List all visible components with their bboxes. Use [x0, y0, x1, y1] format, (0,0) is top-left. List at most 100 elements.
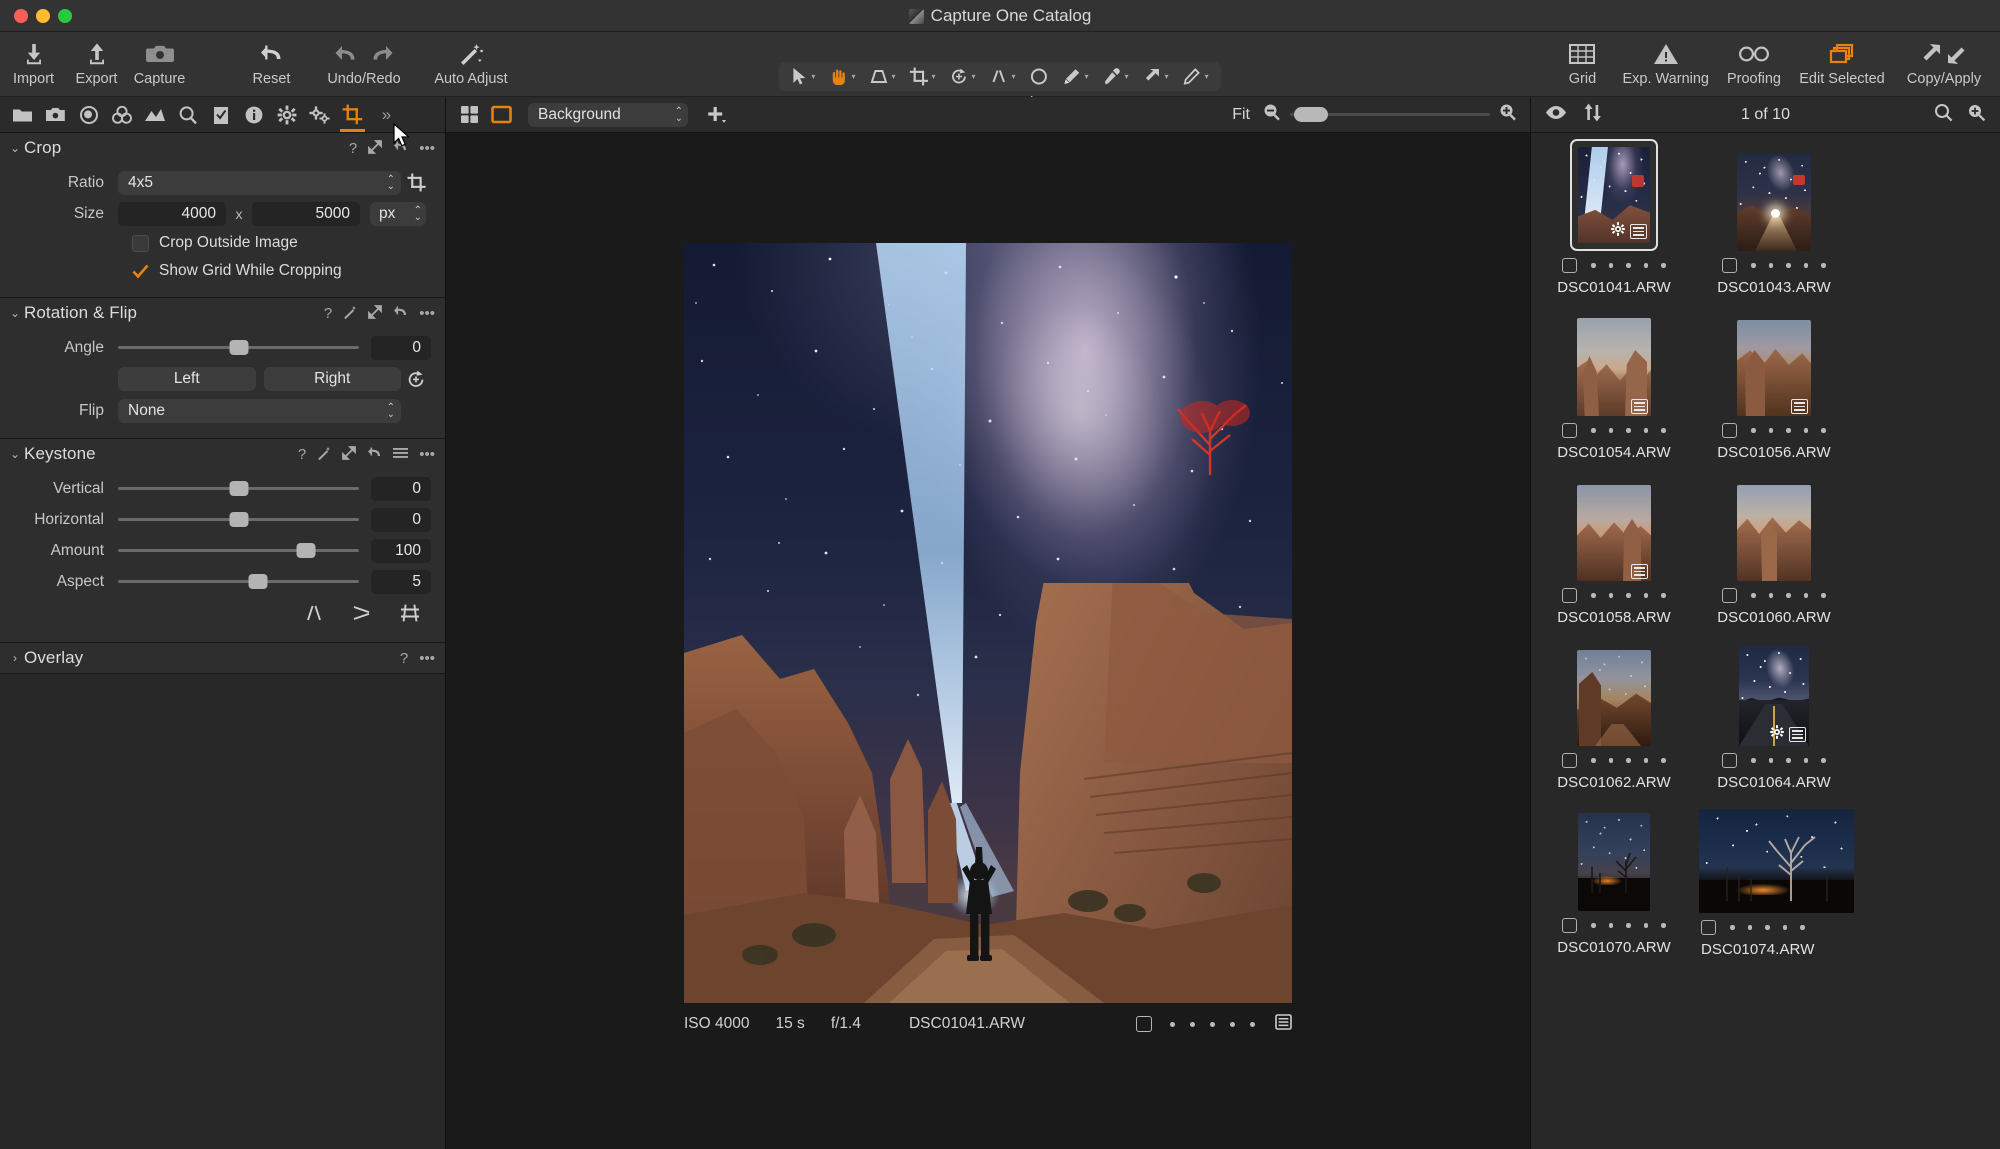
- show-grid-row[interactable]: Show Grid While Cropping: [0, 257, 431, 285]
- thumbnail-checkbox[interactable]: [1722, 423, 1738, 438]
- rotate-reset-button[interactable]: [401, 369, 431, 389]
- tool-tab-capture[interactable]: [39, 97, 72, 132]
- thumbnail-checkbox[interactable]: [1722, 258, 1738, 273]
- slider-track[interactable]: [118, 574, 359, 589]
- image-adjustments-badge[interactable]: [1275, 1013, 1292, 1035]
- thumbnail-zoom-button[interactable]: [1967, 103, 1986, 127]
- crop-outside-row[interactable]: Crop Outside Image: [0, 229, 431, 257]
- thumbnail-checkbox[interactable]: [1701, 920, 1716, 935]
- thumbnail-image[interactable]: [1578, 147, 1650, 243]
- flip-select[interactable]: None ⌃ ⌄: [118, 398, 401, 423]
- thumbnail-rating-dots[interactable]: [1751, 428, 1826, 433]
- rotate-left-button[interactable]: Left: [118, 367, 256, 391]
- keystone-horizontal-input[interactable]: 0: [371, 507, 431, 532]
- thumbnail-image[interactable]: [1578, 813, 1650, 911]
- zoom-slider[interactable]: [1290, 107, 1490, 122]
- thumbnail-cell[interactable]: DSC01060.ARW: [1699, 477, 1849, 626]
- zoom-in-button[interactable]: [1498, 102, 1518, 127]
- angle-slider[interactable]: [118, 336, 371, 360]
- slider-track[interactable]: [118, 543, 359, 558]
- overlay-header[interactable]: › Overlay ? •••: [0, 643, 445, 673]
- tool-tab-crop[interactable]: [336, 97, 369, 132]
- thumbnail-image[interactable]: [1739, 646, 1809, 746]
- stepper-icon[interactable]: ⌃ ⌄: [414, 205, 422, 222]
- thumbnail-rating-dots[interactable]: [1751, 758, 1826, 763]
- reset-arrow-icon[interactable]: [393, 140, 408, 157]
- copy-apply-button[interactable]: Copy/Apply: [1894, 32, 1994, 95]
- thumbnail-image[interactable]: [1737, 153, 1811, 251]
- angle-slider-knob[interactable]: [229, 340, 248, 355]
- pen-annotation-tool[interactable]: ▾: [1176, 62, 1216, 91]
- grid-button[interactable]: Grid: [1551, 32, 1613, 95]
- add-viewer-button[interactable]: [706, 104, 728, 126]
- help-icon[interactable]: ?: [349, 141, 357, 156]
- tool-panels-scroll[interactable]: ⌄ Crop ? ••• Ratio 4x5 ⌃ ⌄ Size 4000 x 5…: [0, 133, 445, 1149]
- thumbnail-image[interactable]: [1699, 809, 1854, 913]
- capture-button[interactable]: Capture: [128, 32, 191, 95]
- rotate-tool[interactable]: ▾: [942, 62, 982, 91]
- thumbnail-image[interactable]: [1577, 318, 1651, 416]
- keystone-header[interactable]: ⌄ Keystone ? •••: [0, 439, 445, 469]
- pointer-select-tool[interactable]: ▾: [784, 62, 822, 91]
- keystone-vertical-button[interactable]: [303, 603, 325, 628]
- undo-redo-button[interactable]: Undo/Redo: [303, 32, 425, 95]
- tool-tabs-more-button[interactable]: »: [369, 97, 402, 132]
- crop-outside-checkbox[interactable]: [132, 234, 149, 252]
- tool-tab-batch[interactable]: [303, 97, 336, 132]
- thumbnail-selection-frame[interactable]: [1570, 139, 1658, 251]
- stepper-icon[interactable]: ⌃ ⌄: [387, 402, 395, 419]
- keystone-both-button[interactable]: [399, 603, 421, 628]
- crop-panel-header[interactable]: ⌄ Crop ? •••: [0, 133, 445, 163]
- tool-tab-lens[interactable]: [72, 97, 105, 132]
- wand-icon[interactable]: [343, 305, 357, 322]
- ellipsis-icon[interactable]: •••: [419, 306, 435, 321]
- thumbnail-checkbox[interactable]: [1562, 258, 1578, 273]
- keystone-aspect-input[interactable]: 5: [371, 569, 431, 594]
- thumbnail-rating-dots[interactable]: [1591, 428, 1666, 433]
- thumbnail-image[interactable]: [1577, 485, 1651, 581]
- thumbnail-image[interactable]: [1737, 485, 1811, 581]
- thumbnail-checkbox[interactable]: [1562, 588, 1578, 603]
- ellipsis-icon[interactable]: •••: [419, 141, 435, 156]
- crop-width-input[interactable]: 4000: [118, 201, 226, 226]
- show-grid-checkbox[interactable]: [132, 263, 149, 280]
- angle-input[interactable]: 0: [371, 335, 431, 360]
- thumbnail-checkbox[interactable]: [1562, 423, 1578, 438]
- viewer-stage[interactable]: ISO 4000 15 s f/1.4 DSC01041.ARW: [446, 133, 1530, 1149]
- thumbnail-cell[interactable]: DSC01054.ARW: [1539, 312, 1689, 461]
- angle-slider-track[interactable]: [118, 340, 359, 355]
- thumbnail-cell[interactable]: DSC01058.ARW: [1539, 477, 1689, 626]
- tool-tab-details[interactable]: [171, 97, 204, 132]
- image-rating-dots[interactable]: [1170, 1021, 1255, 1027]
- tool-tab-color[interactable]: [105, 97, 138, 132]
- reset-button[interactable]: Reset: [240, 32, 303, 95]
- expand-chevron-icon[interactable]: ›: [6, 651, 24, 665]
- slider-knob[interactable]: [296, 543, 316, 558]
- slider-knob[interactable]: [248, 574, 268, 589]
- crop-tool[interactable]: ▾: [902, 62, 942, 91]
- straighten-tool[interactable]: ▾: [983, 62, 1023, 91]
- image-pick-checkbox[interactable]: [1136, 1016, 1152, 1032]
- pan-hand-tool[interactable]: ▾: [822, 62, 862, 91]
- thumbnail-cell[interactable]: DSC01070.ARW: [1539, 807, 1689, 958]
- reset-arrow-icon[interactable]: [393, 305, 408, 322]
- zoom-slider-knob[interactable]: [1294, 107, 1328, 122]
- crop-frame-button[interactable]: [401, 173, 431, 192]
- keystone-amount-input[interactable]: 100: [371, 538, 431, 563]
- collapse-chevron-icon[interactable]: ⌄: [6, 447, 24, 461]
- help-icon[interactable]: ?: [400, 651, 408, 666]
- single-view-button[interactable]: [490, 104, 512, 126]
- edit-selected-button[interactable]: Edit Selected: [1790, 32, 1894, 95]
- thumbnail-rating-dots[interactable]: [1591, 923, 1666, 928]
- thumbnail-checkbox[interactable]: [1562, 753, 1578, 768]
- thumbnail-cell[interactable]: DSC01041.ARW: [1539, 139, 1689, 296]
- expand-icon[interactable]: [368, 304, 383, 322]
- slider-knob[interactable]: [229, 512, 248, 527]
- slider-track[interactable]: [118, 481, 359, 496]
- thumbnail-cell[interactable]: DSC01062.ARW: [1539, 642, 1689, 791]
- tool-tab-library[interactable]: [6, 97, 39, 132]
- color-picker-tool[interactable]: ▾: [1096, 62, 1136, 91]
- keystone-amount-slider[interactable]: [118, 539, 371, 563]
- tool-tab-exposure[interactable]: [138, 97, 171, 132]
- zoom-fit-label[interactable]: Fit: [1232, 106, 1250, 124]
